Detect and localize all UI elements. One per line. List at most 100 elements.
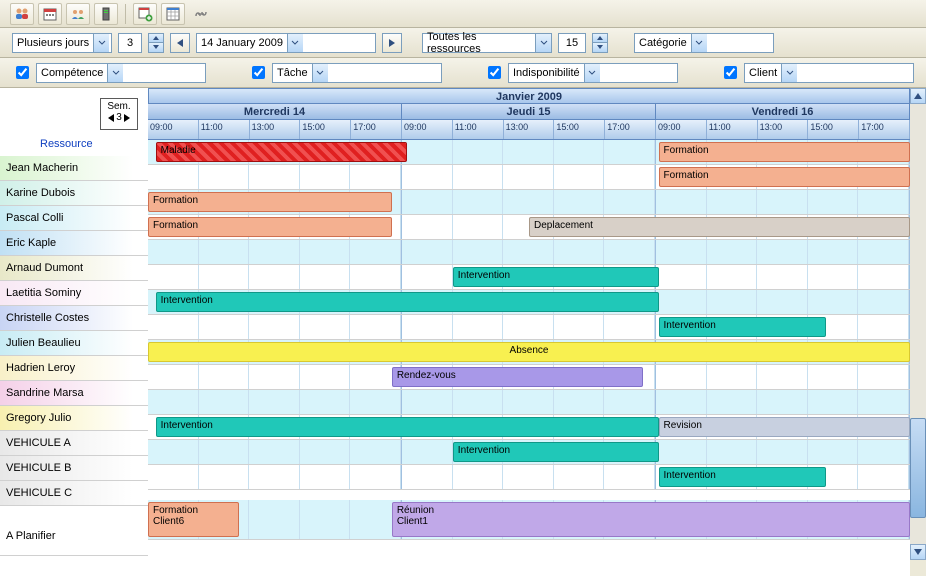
resource-row[interactable]: VEHICULE A (0, 431, 148, 456)
timeline-row[interactable]: Formation Deplacement (148, 215, 910, 240)
timeline-row[interactable]: Rendez-vous (148, 365, 910, 390)
scroll-up-button[interactable] (910, 88, 926, 104)
timeline-grid: Janvier 2009 Mercredi 14Jeudi 15Vendredi… (148, 88, 910, 576)
resource-row[interactable]: Hadrien Leroy (0, 356, 148, 381)
timeline-row[interactable]: Maladie Formation (148, 140, 910, 165)
event-intervention[interactable]: Intervention (659, 317, 827, 337)
chevron-down-icon (781, 64, 797, 82)
timeline-row[interactable]: Intervention (148, 465, 910, 490)
chevron-down-icon (287, 34, 303, 52)
resource-row[interactable]: Sandrine Marsa (0, 381, 148, 406)
tb-team-icon[interactable] (66, 3, 90, 25)
event-revision[interactable]: Revision (659, 417, 910, 437)
event-formation[interactable]: Formation (148, 217, 392, 237)
tb-cal-grid-icon[interactable] (161, 3, 185, 25)
hours-spin[interactable] (592, 33, 608, 53)
client-checkbox[interactable] (724, 66, 737, 79)
resource-row[interactable]: Eric Kaple (0, 231, 148, 256)
indispo-checkbox[interactable] (488, 66, 501, 79)
chevron-down-icon (584, 64, 600, 82)
week-spinner[interactable]: Sem. 3 (100, 98, 138, 130)
hour-label: 09:00 (148, 120, 199, 139)
tb-server-icon[interactable] (94, 3, 118, 25)
event-intervention[interactable]: Intervention (659, 467, 827, 487)
month-header: Janvier 2009 (148, 88, 910, 104)
plan-event[interactable]: FormationClient6 (148, 502, 239, 537)
resource-row[interactable]: Pascal Colli (0, 206, 148, 231)
plan-event[interactable]: RéunionClient1 (392, 502, 910, 537)
resource-row[interactable]: Julien Beaulieu (0, 331, 148, 356)
resource-row[interactable]: VEHICULE B (0, 456, 148, 481)
tb-cal-add-icon[interactable] (133, 3, 157, 25)
date-next-button[interactable] (382, 33, 402, 53)
days-count-field[interactable]: 3 (118, 33, 142, 53)
timeline-row[interactable]: InterventionRevision (148, 415, 910, 440)
event-intervention[interactable]: Intervention (156, 417, 659, 437)
scroll-thumb[interactable] (910, 418, 926, 518)
toolbar-date: Plusieurs jours 3 14 January 2009 Toutes… (0, 28, 926, 58)
event-absence[interactable]: Absence (148, 342, 910, 362)
hour-label: 15:00 (808, 120, 859, 139)
hour-label: 09:00 (402, 120, 453, 139)
chevron-down-icon (535, 34, 551, 52)
event-formation[interactable]: Formation (148, 192, 392, 212)
days-spin[interactable] (148, 33, 164, 53)
event-formation[interactable]: Formation (659, 167, 910, 187)
timeline-row[interactable]: Absence (148, 340, 910, 365)
tache-combo[interactable]: Tâche (272, 63, 442, 83)
hour-label: 15:00 (554, 120, 605, 139)
hour-label: 15:00 (300, 120, 351, 139)
resource-row[interactable]: Jean Macherin (0, 156, 148, 181)
vertical-scrollbar[interactable] (910, 88, 926, 560)
event-intervention[interactable]: Intervention (156, 292, 659, 312)
toolbar-filters: Compétence Tâche Indisponibilité Client (0, 58, 926, 88)
resource-row[interactable]: Gregory Julio (0, 406, 148, 431)
scroll-down-button[interactable] (910, 544, 926, 560)
chevron-down-icon (312, 64, 328, 82)
timeline-row[interactable]: Formation (148, 165, 910, 190)
timeline-row[interactable] (148, 240, 910, 265)
competence-checkbox[interactable] (16, 66, 29, 79)
timeline-row[interactable]: Formation (148, 190, 910, 215)
event-deplacement[interactable]: Deplacement (529, 217, 910, 237)
resource-row[interactable]: Karine Dubois (0, 181, 148, 206)
timeline-row[interactable] (148, 390, 910, 415)
day-header: Mercredi 14 (148, 104, 402, 120)
resource-row[interactable]: Arnaud Dumont (0, 256, 148, 281)
tb-link-icon[interactable] (189, 3, 213, 25)
resource-row[interactable]: Laetitia Sominy (0, 281, 148, 306)
timeline-row[interactable]: Intervention (148, 290, 910, 315)
timeline-row[interactable]: Intervention (148, 315, 910, 340)
event-formation[interactable]: Formation (659, 142, 910, 162)
hour-label: 17:00 (605, 120, 656, 139)
category-combo[interactable]: Catégorie (634, 33, 774, 53)
resource-column: Sem. 3 Ressource Jean MacherinKarine Dub… (0, 88, 148, 576)
hours-field[interactable]: 15 (558, 33, 586, 53)
resource-label: Ressource (40, 138, 93, 150)
timeline-row[interactable]: Intervention (148, 440, 910, 465)
resource-row[interactable]: Christelle Costes (0, 306, 148, 331)
chevron-down-icon (93, 34, 109, 52)
hour-label: 13:00 (758, 120, 809, 139)
hour-label: 11:00 (199, 120, 250, 139)
timeline-row[interactable]: Intervention (148, 265, 910, 290)
hour-label: 11:00 (707, 120, 758, 139)
tache-checkbox[interactable] (252, 66, 265, 79)
chevron-down-icon (691, 34, 707, 52)
resources-filter-combo[interactable]: Toutes les ressources (422, 33, 552, 53)
event-maladie[interactable]: Maladie (156, 142, 407, 162)
date-combo[interactable]: 14 January 2009 (196, 33, 376, 53)
planner-timeline-row[interactable]: FormationClient6 RéunionClient1 (148, 500, 910, 540)
event-intervention[interactable]: Intervention (453, 267, 659, 287)
event-intervention[interactable]: Intervention (453, 442, 659, 462)
event-rendez-vous[interactable]: Rendez-vous (392, 367, 643, 387)
competence-combo[interactable]: Compétence (36, 63, 206, 83)
tb-calendar-icon[interactable] (38, 3, 62, 25)
tb-people-icon[interactable] (10, 3, 34, 25)
resource-row[interactable]: VEHICULE C (0, 481, 148, 506)
planner-row[interactable]: A Planifier (0, 516, 148, 556)
client-combo[interactable]: Client (744, 63, 914, 83)
date-prev-button[interactable] (170, 33, 190, 53)
view-mode-combo[interactable]: Plusieurs jours (12, 33, 112, 53)
indispo-combo[interactable]: Indisponibilité (508, 63, 678, 83)
